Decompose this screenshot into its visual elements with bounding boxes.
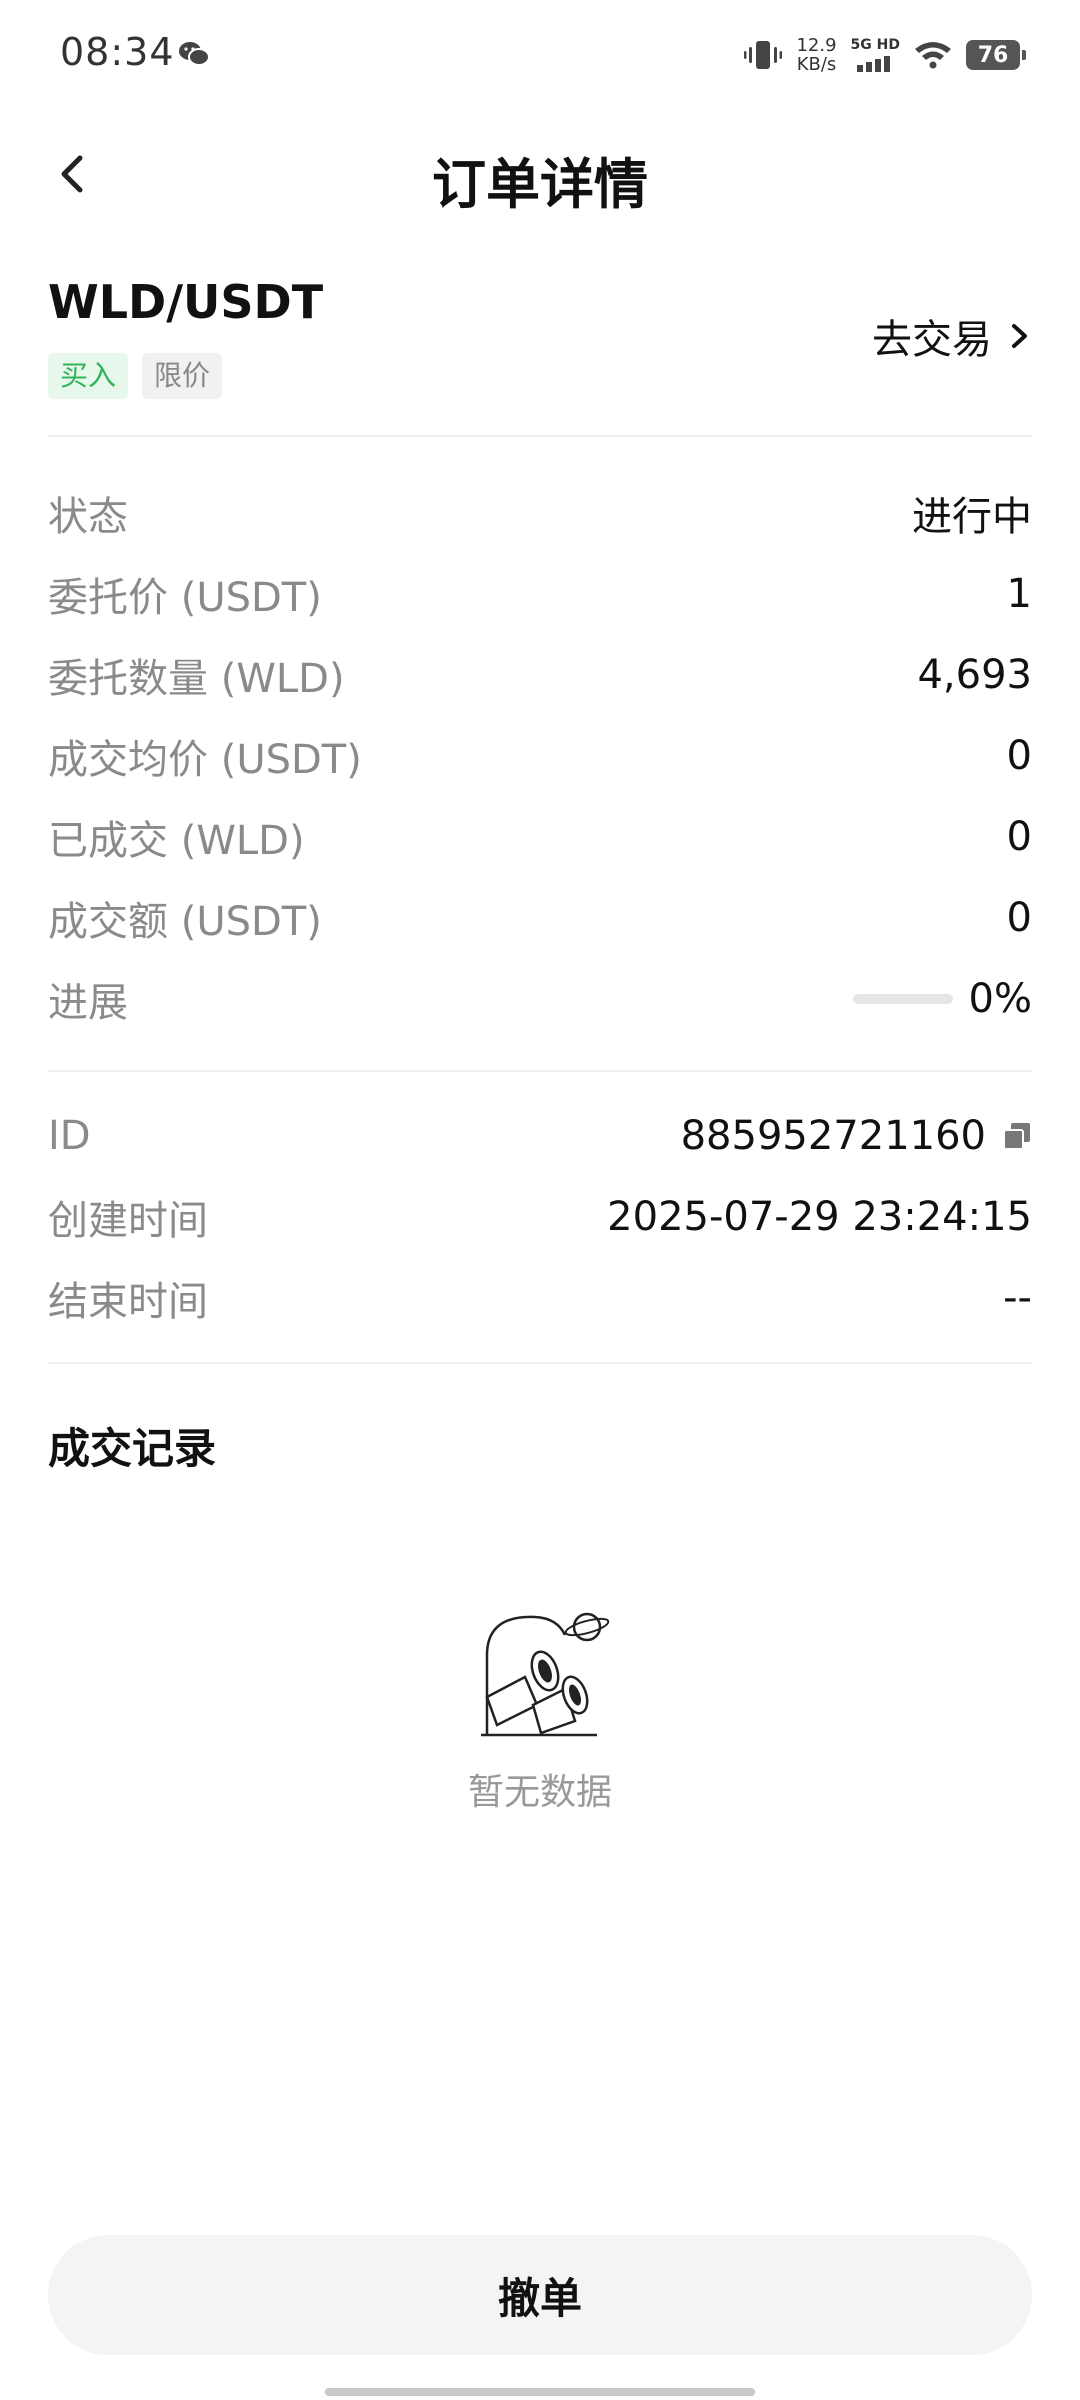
cell-signal: 5G HD [851, 38, 900, 72]
signal-label: 5G HD [850, 37, 900, 53]
net-speed-unit: KB/s [796, 54, 837, 75]
meta-row-ended: 结束时间 -- [48, 1268, 1032, 1328]
detail-label: 进展 [48, 980, 128, 1026]
status-bar: 08:34 12.9 KB/s 5G HD 76 [0, 0, 1080, 110]
detail-value: 0 [1006, 814, 1032, 860]
empty-state: 暂无数据 [0, 1605, 1080, 1815]
side-tag: 买入 [48, 353, 129, 399]
detail-label: 状态 [48, 494, 128, 540]
chevron-right-icon [1012, 324, 1027, 348]
progress-bar [852, 994, 953, 1004]
net-speed: 12.9 KB/s [796, 36, 836, 74]
detail-row-status: 状态 进行中 [48, 483, 1032, 543]
divider [48, 435, 1032, 437]
divider [48, 1362, 1032, 1364]
binoculars-illustration-icon [481, 1612, 610, 1737]
detail-value: 0 [1006, 895, 1032, 941]
home-indicator[interactable] [325, 2388, 755, 2396]
meta-value: 2025-07-29 23:24:15 [607, 1194, 1032, 1240]
page-title: 订单详情 [432, 153, 648, 216]
order-type-tag: 限价 [142, 353, 223, 399]
wifi-icon [915, 42, 951, 69]
divider [48, 1070, 1032, 1072]
detail-label: 委托数量 (WLD) [48, 656, 345, 702]
detail-value: 进行中 [912, 494, 1032, 540]
detail-row-order-amount: 委托数量 (WLD) 4,693 [48, 645, 1032, 705]
status-icons: 12.9 KB/s 5G HD 76 [744, 30, 1026, 80]
signal-bars-icon [857, 56, 891, 72]
detail-value: 4,693 [917, 652, 1032, 698]
detail-row-turnover: 成交额 (USDT) 0 [48, 888, 1032, 948]
empty-state-text: 暂无数据 [467, 1772, 612, 1813]
detail-row-order-price: 委托价 (USDT) 1 [48, 564, 1032, 624]
detail-row-filled: 已成交 (WLD) 0 [48, 807, 1032, 867]
meta-row-id: ID 885952721160 [48, 1106, 1032, 1166]
order-id: 885952721160 [681, 1113, 1032, 1159]
detail-row-avg-price: 成交均价 (USDT) 0 [48, 726, 1032, 786]
go-trade-label: 去交易 [872, 317, 992, 363]
vibrate-icon [744, 41, 783, 69]
copy-icon[interactable] [1002, 1121, 1032, 1151]
detail-value: 0 [1006, 733, 1032, 779]
battery-indicator: 76 [966, 40, 1026, 70]
cancel-order-button[interactable]: 撤单 [48, 2235, 1032, 2355]
header: 订单详情 [0, 120, 1080, 230]
meta-label: 创建时间 [48, 1198, 208, 1244]
detail-label: 委托价 (USDT) [48, 575, 322, 621]
detail-value: 1 [1006, 571, 1032, 617]
detail-label: 已成交 (WLD) [48, 818, 305, 864]
detail-label: 成交均价 (USDT) [48, 737, 362, 783]
go-trade-link[interactable]: 去交易 [872, 307, 1032, 365]
status-time: 08:34 [60, 30, 175, 74]
meta-label: ID [48, 1113, 91, 1159]
order-id-value: 885952721160 [680, 1113, 986, 1159]
detail-row-progress: 进展 0% [48, 969, 1032, 1029]
wechat-icon [179, 42, 210, 66]
meta-row-created: 创建时间 2025-07-29 23:24:15 [48, 1187, 1032, 1247]
meta-label: 结束时间 [48, 1279, 208, 1325]
meta-value: -- [1003, 1275, 1032, 1321]
pair-name: WLD/USDT [48, 275, 324, 329]
net-speed-value: 12.9 [796, 35, 837, 56]
pair-info: WLD/USDT 买入 限价 去交易 [48, 275, 1032, 425]
order-tags: 买入 限价 [48, 353, 223, 399]
detail-label: 成交额 (USDT) [48, 899, 322, 945]
detail-value: 0% [852, 976, 1032, 1022]
progress-percent: 0% [968, 976, 1032, 1022]
trade-records-title: 成交记录 [48, 1424, 217, 1473]
